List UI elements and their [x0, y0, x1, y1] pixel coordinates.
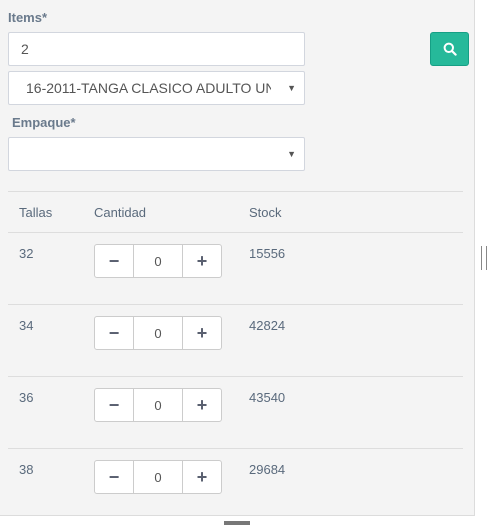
increment-button[interactable]: +	[182, 388, 222, 422]
row-stock: 42824	[249, 318, 286, 333]
items-select[interactable]: 16-2011-TANGA CLASICO ADULTO UN ▼	[8, 71, 305, 105]
quantity-stepper: − 0 +	[94, 388, 222, 422]
quantity-stepper: − 0 +	[94, 460, 222, 494]
table-header-divider	[8, 232, 463, 233]
items-select-value: 16-2011-TANGA CLASICO ADULTO UN	[26, 80, 271, 96]
decrement-button[interactable]: −	[94, 316, 134, 350]
items-label: Items*	[8, 10, 48, 25]
row-talla: 32	[19, 246, 34, 261]
empaque-label: Empaque*	[12, 115, 76, 130]
quantity-input[interactable]: 0	[134, 460, 182, 494]
header-stock: Stock	[249, 205, 282, 220]
row-stock: 43540	[249, 390, 286, 405]
decrement-button[interactable]: −	[94, 388, 134, 422]
increment-button[interactable]: +	[182, 244, 222, 278]
row-divider	[8, 304, 463, 305]
header-tallas: Tallas	[19, 205, 53, 220]
quantity-input[interactable]: 0	[134, 316, 182, 350]
quantity-stepper: − 0 +	[94, 244, 222, 278]
quantity-input[interactable]: 0	[134, 388, 182, 422]
table-top-border	[8, 191, 463, 192]
row-talla: 36	[19, 390, 34, 405]
caret-down-icon: ▼	[287, 83, 296, 93]
decrement-button[interactable]: −	[94, 244, 134, 278]
search-icon	[443, 42, 457, 56]
row-stock: 29684	[249, 462, 286, 477]
resize-handle[interactable]	[481, 246, 487, 270]
decrement-button[interactable]: −	[94, 460, 134, 494]
quantity-input[interactable]: 0	[134, 244, 182, 278]
row-talla: 38	[19, 462, 34, 477]
bottom-scroll-tab[interactable]	[224, 521, 250, 525]
quantity-stepper: − 0 +	[94, 316, 222, 350]
increment-button[interactable]: +	[182, 316, 222, 350]
increment-button[interactable]: +	[182, 460, 222, 494]
empaque-select[interactable]: ▼	[8, 137, 305, 171]
items-input[interactable]: 2	[8, 32, 305, 66]
search-button[interactable]	[430, 32, 469, 66]
row-stock: 15556	[249, 246, 286, 261]
header-cantidad: Cantidad	[94, 205, 147, 220]
caret-down-icon: ▼	[287, 149, 296, 159]
row-talla: 34	[19, 318, 34, 333]
row-divider	[8, 448, 463, 449]
row-divider	[8, 376, 463, 377]
